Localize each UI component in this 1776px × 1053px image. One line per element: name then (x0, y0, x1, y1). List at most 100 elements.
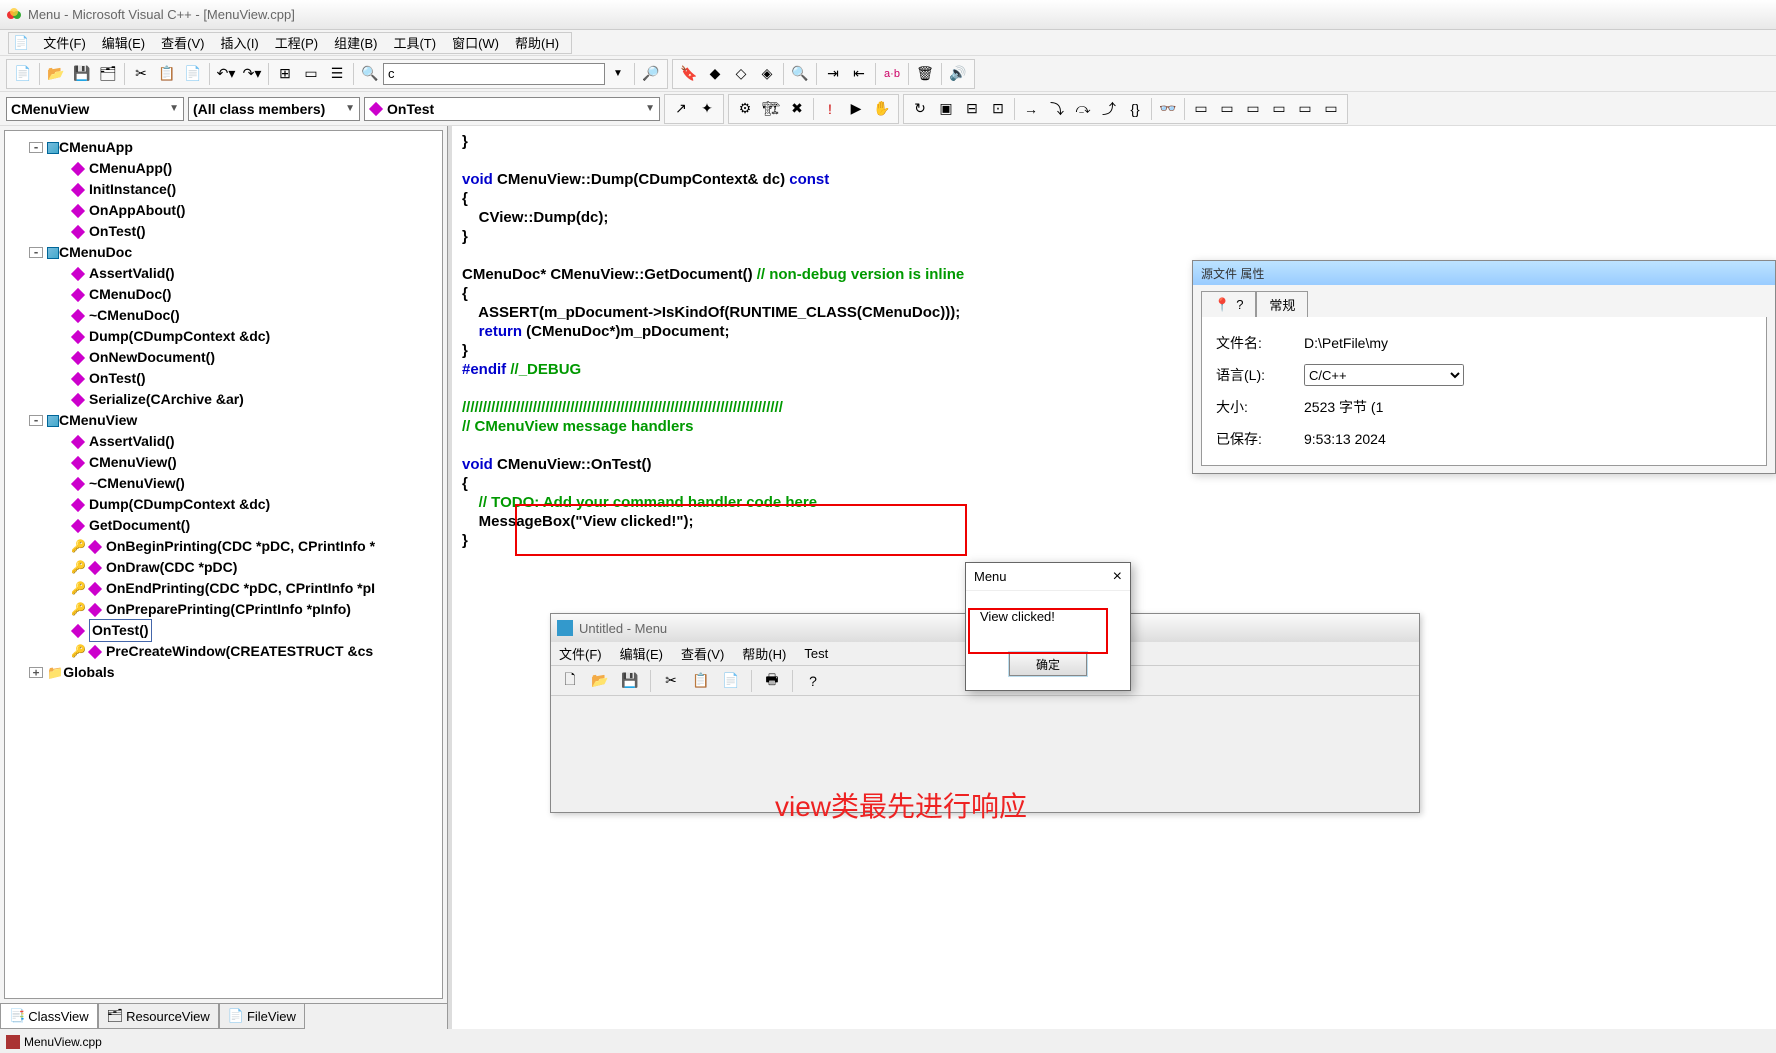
member-combo[interactable]: OnTest▼ (364, 97, 660, 121)
tree-row[interactable]: AssertValid() (9, 431, 438, 452)
go-icon[interactable]: ▶ (844, 97, 868, 121)
help-icon[interactable]: ? (1236, 297, 1243, 312)
tree-row[interactable]: GetDocument() (9, 515, 438, 536)
find-def-icon[interactable]: 🔍 (788, 62, 812, 86)
redo-icon[interactable]: ↷▾ (240, 62, 264, 86)
mem-icon[interactable]: ▭ (1267, 97, 1291, 121)
bookmark-prev-icon[interactable]: ◇ (729, 62, 753, 86)
wizard-icon[interactable]: ✦ (695, 97, 719, 121)
menu-insert[interactable]: 插入(I) (220, 33, 258, 52)
tree-row[interactable]: InitInstance() (9, 179, 438, 200)
search-dropdown-icon[interactable]: ▼ (606, 62, 630, 86)
menu-project[interactable]: 工程(P) (275, 33, 318, 52)
save-all-icon[interactable]: 🗂 (96, 62, 120, 86)
output-icon[interactable]: ▭ (299, 62, 323, 86)
restart-icon[interactable]: ↻ (908, 97, 932, 121)
prop-tab-general[interactable]: 常规 (1256, 291, 1308, 317)
child-print-icon[interactable]: 🖶 (760, 669, 784, 693)
child-menu-edit[interactable]: 编辑(E) (620, 644, 663, 663)
workspace-icon[interactable]: ⊞ (273, 62, 297, 86)
child-new-icon[interactable]: 🗋 (558, 669, 582, 693)
child-about-icon[interactable]: ? (801, 669, 825, 693)
build-icon[interactable]: 🏗 (759, 97, 783, 121)
pin-icon[interactable]: 📍 (1214, 297, 1230, 313)
child-copy-icon[interactable]: 📋 (689, 669, 713, 693)
prop-lang-select[interactable]: C/C++ (1304, 364, 1464, 386)
menu-file[interactable]: 文件(F) (43, 33, 86, 52)
cut-icon[interactable]: ✂ (129, 62, 153, 86)
watch-icon[interactable]: ▭ (1189, 97, 1213, 121)
tree-row[interactable]: - CMenuView (9, 410, 438, 431)
properties-title[interactable]: 源文件 属性 (1193, 261, 1775, 285)
tree-row[interactable]: OnNewDocument() (9, 347, 438, 368)
window-list-icon[interactable]: ☰ (325, 62, 349, 86)
goto-icon[interactable]: ↗ (669, 97, 693, 121)
child-cut-icon[interactable]: ✂ (659, 669, 683, 693)
sound-icon[interactable]: 🔊 (946, 62, 970, 86)
tree-row[interactable]: OnTest() (9, 620, 438, 641)
break-all-icon[interactable]: ⊟ (960, 97, 984, 121)
indent-icon[interactable]: ⇥ (821, 62, 845, 86)
filter-combo[interactable]: (All class members)▼ (188, 97, 360, 121)
child-open-icon[interactable]: 📂 (588, 669, 612, 693)
child-menu-help[interactable]: 帮助(H) (742, 644, 786, 663)
find-in-files-icon[interactable]: 🔍 (358, 62, 382, 86)
outdent-icon[interactable]: ⇤ (847, 62, 871, 86)
class-combo[interactable]: CMenuView▼ (6, 97, 184, 121)
menu-help[interactable]: 帮助(H) (515, 33, 559, 52)
vars-icon[interactable]: ▭ (1215, 97, 1239, 121)
tree-row[interactable]: CMenuApp() (9, 158, 438, 179)
new-doc-icon[interactable]: 📄 (11, 62, 35, 86)
step-into-icon[interactable]: ⤵ (1045, 97, 1069, 121)
child-save-icon[interactable]: 💾 (618, 669, 642, 693)
tree-row[interactable]: Dump(CDumpContext &dc) (9, 326, 438, 347)
child-paste-icon[interactable]: 📄 (719, 669, 743, 693)
tree-row[interactable]: OnAppAbout() (9, 200, 438, 221)
copy-icon[interactable]: 📋 (155, 62, 179, 86)
stop-debug-icon[interactable]: ▣ (934, 97, 958, 121)
tree-row[interactable]: OnTest() (9, 221, 438, 242)
menu-build[interactable]: 组建(B) (334, 33, 377, 52)
menu-edit[interactable]: 编辑(E) (102, 33, 145, 52)
bookmark-clear-icon[interactable]: ◈ (755, 62, 779, 86)
break-icon[interactable]: ✋ (870, 97, 894, 121)
tree-row[interactable]: CMenuDoc() (9, 284, 438, 305)
execute-icon[interactable]: ! (818, 97, 842, 121)
open-icon[interactable]: 📂 (44, 62, 68, 86)
run-to-icon[interactable]: {} (1123, 97, 1147, 121)
menu-window[interactable]: 窗口(W) (452, 33, 499, 52)
child-menu-file[interactable]: 文件(F) (559, 644, 602, 663)
tree-row[interactable]: AssertValid() (9, 263, 438, 284)
stop-build-icon[interactable]: ✖ (785, 97, 809, 121)
tree-row[interactable]: CMenuView() (9, 452, 438, 473)
tree-row[interactable]: 🔑OnPreparePrinting(CPrintInfo *pInfo) (9, 599, 438, 620)
child-menu-test[interactable]: Test (804, 646, 828, 661)
tree-row[interactable]: ~CMenuDoc() (9, 305, 438, 326)
tree-row[interactable]: 🔑PreCreateWindow(CREATESTRUCT &cs (9, 641, 438, 662)
step-out-icon[interactable]: ⤴ (1097, 97, 1121, 121)
tree-row[interactable]: Dump(CDumpContext &dc) (9, 494, 438, 515)
search-input[interactable] (383, 63, 605, 85)
compile-icon[interactable]: ⚙ (733, 97, 757, 121)
tree-row[interactable]: - CMenuDoc (9, 242, 438, 263)
tree-row[interactable]: ~CMenuView() (9, 473, 438, 494)
undo-icon[interactable]: ↶▾ (214, 62, 238, 86)
step-over-icon[interactable]: ⤼ (1071, 97, 1095, 121)
tab-resourceview[interactable]: 🗂ResourceView (98, 1004, 219, 1029)
find-icon[interactable]: 🔎 (639, 62, 663, 86)
regs-icon[interactable]: ▭ (1241, 97, 1265, 121)
tree-row[interactable]: +📁 Globals (9, 662, 438, 683)
apply-icon[interactable]: ⊡ (986, 97, 1010, 121)
show-next-icon[interactable]: → (1019, 97, 1043, 121)
tree-row[interactable]: 🔑OnBeginPrinting(CDC *pDC, CPrintInfo * (9, 536, 438, 557)
bookmark-next-icon[interactable]: ◆ (703, 62, 727, 86)
quickwatch-icon[interactable]: 👓 (1156, 97, 1180, 121)
tree-row[interactable]: Serialize(CArchive &ar) (9, 389, 438, 410)
bookmark-toggle-icon[interactable]: 🔖 (677, 62, 701, 86)
prop-tab-icons[interactable]: 📍? (1201, 291, 1256, 317)
delete-icon[interactable]: 🗑 (913, 62, 937, 86)
msgbox-close-icon[interactable]: × (1113, 568, 1122, 586)
tab-classview[interactable]: 📑ClassView (0, 1004, 98, 1029)
menu-view[interactable]: 查看(V) (161, 33, 204, 52)
disasm-icon[interactable]: ▭ (1319, 97, 1343, 121)
